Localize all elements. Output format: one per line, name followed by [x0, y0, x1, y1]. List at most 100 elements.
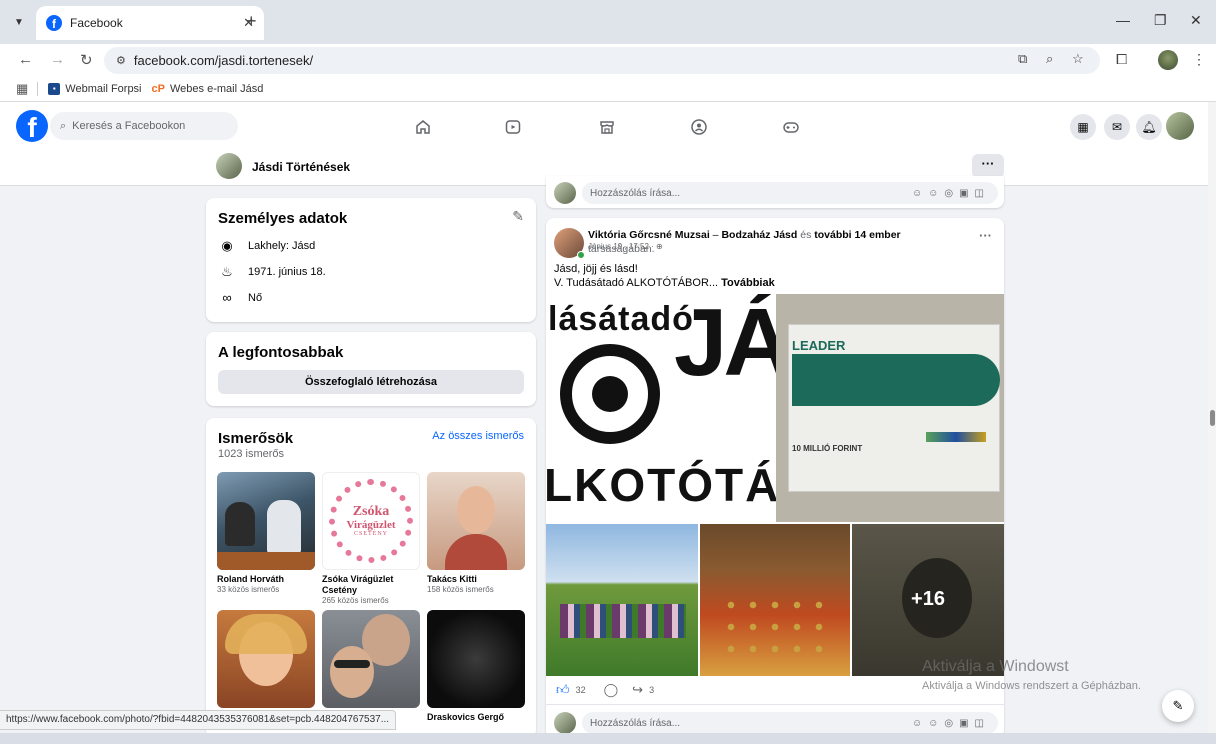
comment-input[interactable]: Hozzászólás írása... ☺☺◎▣◫ — [582, 712, 998, 734]
friend-card[interactable]: Takács Kitti 158 közös ismerős — [427, 472, 525, 595]
post-timestamp[interactable]: Június 19., 17:52 · — [588, 242, 656, 251]
bookmark-webmail-forpsi[interactable]: ▪ Webmail Forpsi — [48, 82, 142, 95]
reload-icon[interactable]: ↻ — [80, 51, 93, 69]
comment-tools-icon[interactable]: ☺☺◎▣◫ — [912, 718, 990, 729]
post-time: Június 19., 17:52 · ⊕ — [588, 242, 663, 251]
friend-name[interactable]: Draskovics Gergő — [427, 712, 525, 723]
post-image-bowls[interactable] — [700, 524, 850, 676]
account-avatar[interactable] — [1166, 112, 1194, 140]
friend-card[interactable]: Zsóka Virágüzlet CSETÉNY Zsóka Virágüzle… — [322, 472, 420, 606]
friends-card: Ismerősök 1023 ismerős Az összes ismerős… — [206, 418, 536, 738]
post-author[interactable]: Viktória Gőrcsné Muzsai — [588, 229, 710, 241]
video-icon[interactable] — [502, 116, 524, 138]
comment-placeholder: Hozzászólás írása... — [590, 717, 681, 729]
post-tagged-page[interactable]: Bodzaház Jásd — [721, 229, 797, 241]
reaction-count[interactable]: 32 — [576, 685, 586, 695]
facebook-search[interactable]: ⌕ Keresés a Facebookon — [50, 112, 238, 140]
groups-icon[interactable] — [688, 116, 710, 138]
marketplace-icon[interactable] — [596, 116, 618, 138]
birthday-row: ♨ 1971. június 18. — [220, 264, 326, 280]
browser-tab[interactable]: f Facebook ✕ — [36, 6, 264, 40]
commenter-avatar[interactable] — [554, 712, 576, 734]
bookmark-webes-email[interactable]: cP Webes e-mail Jásd — [152, 83, 264, 95]
new-tab-button[interactable]: + — [246, 11, 257, 32]
bookmark-star-icon[interactable]: ☆ — [1072, 51, 1084, 67]
post-image-leader[interactable]: LEADER 10 MILLIÓ FORINT — [776, 294, 1004, 522]
page-name[interactable]: Jásdi Történések — [252, 160, 350, 174]
residence-text: Lakhely: Jásd — [248, 240, 316, 252]
minimize-icon[interactable]: — — [1116, 12, 1130, 28]
friend-card[interactable] — [217, 610, 315, 708]
page-avatar[interactable] — [216, 153, 242, 179]
cast-icon[interactable]: ⧉ — [1018, 51, 1027, 67]
close-window-icon[interactable]: ✕ — [1190, 12, 1202, 29]
site-info-icon[interactable]: ⚙ — [116, 54, 126, 67]
post-image-more[interactable]: +16 — [852, 524, 1004, 676]
friend-mutual: 33 közös ismerős — [217, 585, 280, 594]
post-others[interactable]: további 14 ember — [814, 229, 900, 241]
friend-photo[interactable] — [322, 610, 420, 708]
photo-hair — [225, 614, 307, 654]
friend-card[interactable] — [322, 610, 420, 708]
comment-tools-icon[interactable]: ☺☺◎▣◫ — [912, 188, 990, 199]
comment-input[interactable]: Hozzászólás írása... ☺☺◎▣◫ — [582, 182, 998, 204]
online-dot — [577, 251, 585, 259]
see-all-friends-link[interactable]: Az összes ismerős — [432, 430, 524, 442]
photo-sunglasses — [334, 660, 370, 668]
restore-icon[interactable]: ❐ — [1154, 12, 1167, 29]
leader-amount: 10 MILLIÓ FORINT — [792, 444, 863, 453]
bookmark-separator — [37, 81, 39, 96]
chrome-menu-icon[interactable]: ⋮ — [1192, 51, 1206, 68]
post-image-group[interactable] — [546, 524, 698, 676]
like-icon[interactable]: 👍︎ — [556, 682, 570, 698]
apps-grid-icon[interactable]: ▦ — [16, 81, 28, 97]
notifications-bell-icon[interactable]: 🔔︎ — [1136, 114, 1162, 140]
bookmark-label: Webes e-mail Jásd — [169, 82, 264, 95]
comment-placeholder: Hozzászólás írása... — [590, 187, 681, 199]
post-image-poster[interactable]: lásátadó JÁS LKOTÓTÁB — [546, 294, 776, 522]
photo-singing-bowls — [720, 594, 830, 654]
gaming-icon[interactable] — [780, 116, 802, 138]
post-and: és — [797, 229, 815, 241]
search-placeholder: Keresés a Facebookon — [72, 120, 186, 132]
activation-watermark-sub: Aktiválja a Windows rendszert a Gépházba… — [922, 680, 1141, 692]
page-more-button[interactable]: ··· — [972, 154, 1004, 178]
address-bar[interactable]: ⚙ facebook.com/jasdi.tortenesek/ — [104, 47, 1100, 74]
featured-card: A legfontosabbak Összefoglaló létrehozás… — [206, 332, 536, 406]
new-message-compose-icon[interactable]: ✎ — [1162, 690, 1194, 722]
post-header-sep: – — [709, 229, 722, 241]
home-icon[interactable] — [412, 116, 434, 138]
back-icon[interactable]: ← — [18, 51, 33, 68]
menu-grid-icon[interactable]: ▦ — [1070, 114, 1096, 140]
messenger-icon[interactable]: ✉ — [1104, 114, 1130, 140]
create-featured-button[interactable]: Összefoglaló létrehozása — [218, 370, 524, 394]
friend-name[interactable]: Takács Kitti — [427, 574, 525, 585]
residence-row: ◉ Lakhely: Jásd — [220, 238, 315, 254]
share-icon[interactable]: ↪ — [632, 682, 643, 698]
friend-photo[interactable]: Zsóka Virágüzlet CSETÉNY — [322, 472, 420, 570]
edit-pencil-icon[interactable]: ✎ — [512, 208, 524, 225]
browser-profile-avatar[interactable] — [1158, 50, 1178, 70]
friend-photo[interactable] — [427, 472, 525, 570]
commenter-avatar[interactable] — [554, 182, 576, 204]
tab-search-button[interactable]: ▼ — [8, 11, 30, 33]
friend-card[interactable]: Draskovics Gergő — [427, 610, 525, 723]
facebook-logo-icon[interactable]: f — [16, 110, 48, 142]
birthday-cake-icon: ♨ — [221, 264, 233, 279]
forward-icon[interactable]: → — [50, 51, 65, 68]
reactions-row: 👍︎ 32 ◯ ↪ 3 — [556, 682, 654, 698]
cpanel-icon: cP — [151, 82, 165, 95]
friend-name[interactable]: Zsóka Virágüzlet Csetény — [322, 574, 420, 596]
extensions-icon[interactable]: ⧠ — [1116, 51, 1127, 68]
friend-photo[interactable] — [427, 610, 525, 708]
see-more-link[interactable]: Továbbiak — [721, 277, 775, 289]
friend-card[interactable]: Roland Horváth 33 közös ismerős — [217, 472, 315, 595]
friend-photo[interactable] — [217, 610, 315, 708]
scrollbar-thumb[interactable] — [1210, 410, 1215, 426]
zoom-icon[interactable]: ⌕ — [1046, 51, 1053, 67]
intro-card: Személyes adatok ✎ ◉ Lakhely: Jásd ♨ 197… — [206, 198, 536, 322]
post-menu-icon[interactable]: ··· — [979, 228, 992, 243]
friend-photo[interactable] — [217, 472, 315, 570]
comment-icon[interactable]: ◯ — [604, 682, 619, 698]
friend-name[interactable]: Roland Horváth — [217, 574, 315, 585]
